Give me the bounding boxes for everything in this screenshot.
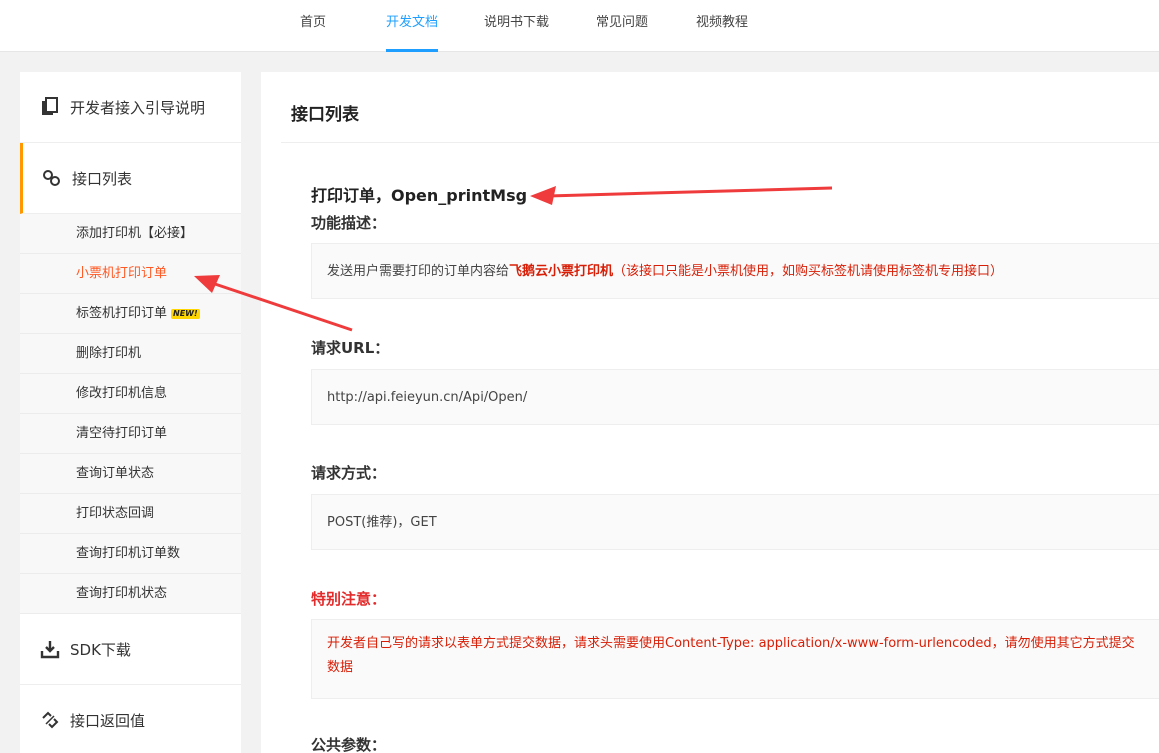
nav-video-tutorials[interactable]: 视频教程 — [696, 0, 748, 50]
sidebar-subitem-print-callback[interactable]: 打印状态回调 — [20, 494, 241, 534]
sidebar-subitem-query-printer-status[interactable]: 查询打印机状态 — [20, 574, 241, 614]
nav-manual-download[interactable]: 说明书下载 — [484, 0, 549, 50]
description-label: 功能描述： — [311, 214, 387, 232]
download-icon — [40, 641, 60, 659]
url-box: http://api.feieyun.cn/Api/Open/ — [311, 369, 1159, 425]
divider — [281, 142, 1159, 143]
new-badge: NEW! — [171, 308, 200, 319]
description-box: 发送用户需要打印的订单内容给飞鹅云小票打印机（该接口只能是小票机使用，如购买标签… — [311, 243, 1159, 299]
nav-home[interactable]: 首页 — [300, 0, 326, 50]
sidebar-subitem-edit-printer[interactable]: 修改打印机信息 — [20, 374, 241, 414]
main-content: 接口列表 打印订单，Open_printMsg 功能描述： 发送用户需要打印的订… — [261, 72, 1159, 753]
sidebar-item-label: 接口列表 — [72, 169, 133, 188]
page-title: 接口列表 — [291, 105, 359, 125]
sidebar-item-label: 开发者接入引导说明 — [70, 98, 206, 117]
sidebar-subitem-add-printer[interactable]: 添加打印机【必接】 — [20, 214, 241, 254]
url-label: 请求URL： — [311, 339, 390, 357]
api-name-heading: 打印订单，Open_printMsg — [311, 186, 528, 205]
sidebar-item-label: SDK下载 — [70, 640, 131, 659]
sidebar-subitem-query-order-status[interactable]: 查询订单状态 — [20, 454, 241, 494]
sidebar-subitem-delete-printer[interactable]: 删除打印机 — [20, 334, 241, 374]
top-nav: 首页 开发文档 说明书下载 常见问题 视频教程 — [0, 0, 1159, 52]
sidebar-item-return-values[interactable]: 接口返回值 — [20, 685, 241, 753]
sidebar-item-guide[interactable]: 开发者接入引导说明 — [20, 72, 241, 143]
method-box: POST(推荐)，GET — [311, 494, 1159, 550]
sidebar-item-label: 接口返回值 — [70, 711, 146, 730]
broken-link-icon — [42, 711, 59, 729]
params-label: 公共参数： — [311, 736, 387, 753]
sidebar-subitem-label: 标签机打印订单 — [76, 306, 168, 321]
document-icon — [42, 97, 58, 115]
link-icon — [43, 170, 60, 186]
method-label: 请求方式： — [311, 464, 387, 482]
sidebar: 开发者接入引导说明 接口列表 添加打印机【必接】 小票机打印订单 标签机打印订单… — [20, 72, 241, 753]
sidebar-subitem-receipt-print-order[interactable]: 小票机打印订单 — [20, 254, 241, 294]
nav-faq[interactable]: 常见问题 — [596, 0, 648, 50]
sidebar-item-api-list[interactable]: 接口列表 — [20, 143, 241, 214]
notice-box: 开发者自己写的请求以表单方式提交数据，请求头需要使用Content-Type: … — [311, 619, 1159, 699]
sidebar-subitem-query-order-count[interactable]: 查询打印机订单数 — [20, 534, 241, 574]
sidebar-item-sdk[interactable]: SDK下载 — [20, 614, 241, 685]
notice-label: 特别注意： — [311, 590, 387, 608]
sidebar-subitem-clear-pending[interactable]: 清空待打印订单 — [20, 414, 241, 454]
sidebar-subitem-label-print-order[interactable]: 标签机打印订单 NEW! — [20, 294, 241, 334]
nav-dev-docs[interactable]: 开发文档 — [386, 0, 439, 52]
